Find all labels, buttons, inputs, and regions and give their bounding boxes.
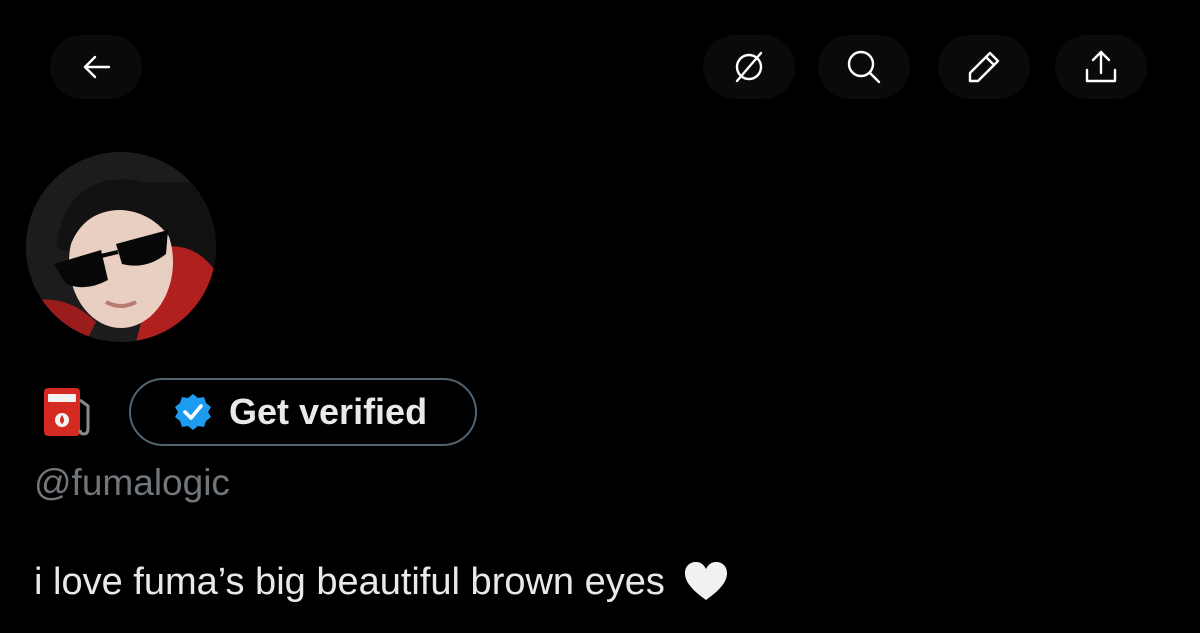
edit-button[interactable] <box>938 35 1030 99</box>
search-icon <box>847 50 881 84</box>
search-button[interactable] <box>818 35 910 99</box>
arrow-left-icon <box>83 55 111 79</box>
grok-icon <box>735 51 763 83</box>
profile-bio: i love fuma’s big beautiful brown eyes <box>34 560 729 604</box>
grok-button[interactable] <box>703 35 795 99</box>
profile-handle: @fumalogic <box>34 462 230 503</box>
get-verified-label: Get verified <box>229 391 428 432</box>
bio-text: i love fuma’s big beautiful brown eyes <box>34 560 665 603</box>
fuel-pump-emoji <box>38 382 98 442</box>
avatar-photo <box>26 152 216 342</box>
white-heart-emoji <box>684 562 727 600</box>
top-bar <box>0 0 1200 130</box>
share-icon <box>1085 50 1117 83</box>
pencil-icon <box>968 51 1000 83</box>
get-verified-button[interactable]: Get verified <box>129 378 477 446</box>
verified-badge-icon <box>175 394 211 430</box>
back-button[interactable] <box>50 35 142 99</box>
avatar[interactable] <box>26 152 216 342</box>
share-button[interactable] <box>1055 35 1147 99</box>
